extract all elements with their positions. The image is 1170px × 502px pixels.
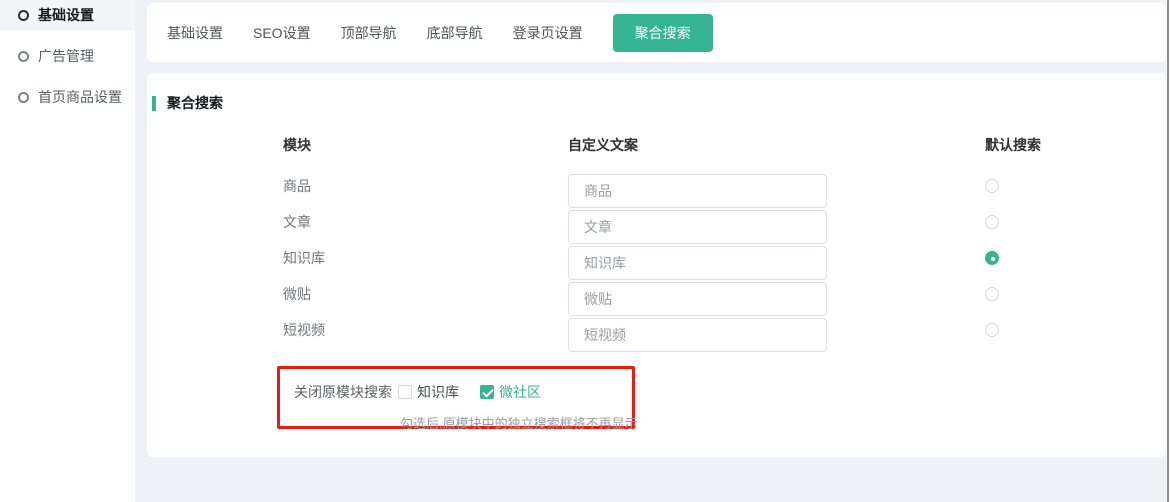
sidebar-item-ad-management[interactable]: 广告管理 xyxy=(0,41,135,71)
table-row: 文章 xyxy=(147,207,1166,243)
default-search-radio[interactable] xyxy=(985,215,999,229)
column-header-default-search: 默认搜索 xyxy=(985,135,1041,155)
custom-text-input[interactable] xyxy=(568,246,827,280)
annotation-box: 关闭原模块搜索 知识库 微社区 勾选后,原模块中的独立搜索框将不再显示 xyxy=(277,366,635,429)
close-original-label: 关闭原模块搜索 xyxy=(294,382,392,402)
section-title: 聚合搜索 xyxy=(152,93,223,113)
aggregate-search-panel: 聚合搜索 模块 自定义文案 默认搜索 商品 文章 知识库 xyxy=(147,73,1166,457)
circle-icon xyxy=(18,10,29,21)
sidebar-item-label: 首页商品设置 xyxy=(38,87,122,107)
tab-basic-settings[interactable]: 基础设置 xyxy=(167,15,223,51)
checkbox-icon xyxy=(398,385,412,399)
column-header-custom-text: 自定义文案 xyxy=(568,135,638,155)
custom-text-input[interactable] xyxy=(568,174,827,208)
checkbox-label: 微社区 xyxy=(499,382,541,402)
checkbox-label: 知识库 xyxy=(417,382,459,402)
module-table: 商品 文章 知识库 微贴 短视频 xyxy=(147,171,1166,351)
module-label: 短视频 xyxy=(283,315,325,345)
sidebar-item-basic-settings[interactable]: 基础设置 xyxy=(0,0,135,30)
circle-icon xyxy=(18,92,29,103)
scrollbar[interactable] xyxy=(1166,0,1170,502)
default-search-radio[interactable] xyxy=(985,287,999,301)
checkbox-knowledge-base[interactable]: 知识库 xyxy=(398,382,459,402)
custom-text-input[interactable] xyxy=(568,318,827,352)
tab-login-page-settings[interactable]: 登录页设置 xyxy=(513,15,583,51)
module-label: 文章 xyxy=(283,207,311,237)
default-search-radio-selected[interactable] xyxy=(985,251,999,265)
module-label: 微贴 xyxy=(283,279,311,309)
custom-text-input[interactable] xyxy=(568,210,827,244)
tab-bar: 基础设置 SEO设置 顶部导航 底部导航 登录页设置 聚合搜索 xyxy=(147,3,1166,62)
table-row: 微贴 xyxy=(147,279,1166,315)
sidebar: 基础设置 广告管理 首页商品设置 xyxy=(0,0,135,502)
table-row: 短视频 xyxy=(147,315,1166,351)
tab-top-nav[interactable]: 顶部导航 xyxy=(341,15,397,51)
column-header-module: 模块 xyxy=(283,135,311,155)
module-label: 知识库 xyxy=(283,243,325,273)
sidebar-item-label: 基础设置 xyxy=(38,5,94,25)
checkbox-micro-community[interactable]: 微社区 xyxy=(480,382,541,402)
content-area: 基础设置 SEO设置 顶部导航 底部导航 登录页设置 聚合搜索 聚合搜索 模块 … xyxy=(135,0,1170,502)
circle-icon xyxy=(18,51,29,62)
section-title-text: 聚合搜索 xyxy=(167,93,223,113)
scrollbar-thumb[interactable] xyxy=(1167,0,1169,502)
sidebar-item-homepage-products[interactable]: 首页商品设置 xyxy=(0,82,135,112)
tab-aggregate-search[interactable]: 聚合搜索 xyxy=(613,14,713,52)
sidebar-item-label: 广告管理 xyxy=(38,46,94,66)
hint-text: 勾选后,原模块中的独立搜索框将不再显示 xyxy=(400,413,638,432)
tab-bottom-nav[interactable]: 底部导航 xyxy=(427,15,483,51)
title-accent-bar xyxy=(152,96,156,111)
table-row: 商品 xyxy=(147,171,1166,207)
table-row: 知识库 xyxy=(147,243,1166,279)
default-search-radio[interactable] xyxy=(985,179,999,193)
tab-seo-settings[interactable]: SEO设置 xyxy=(253,15,311,51)
default-search-radio[interactable] xyxy=(985,323,999,337)
module-label: 商品 xyxy=(283,171,311,201)
custom-text-input[interactable] xyxy=(568,282,827,316)
check-icon xyxy=(480,385,494,399)
table-header: 模块 自定义文案 默认搜索 xyxy=(147,135,1166,155)
